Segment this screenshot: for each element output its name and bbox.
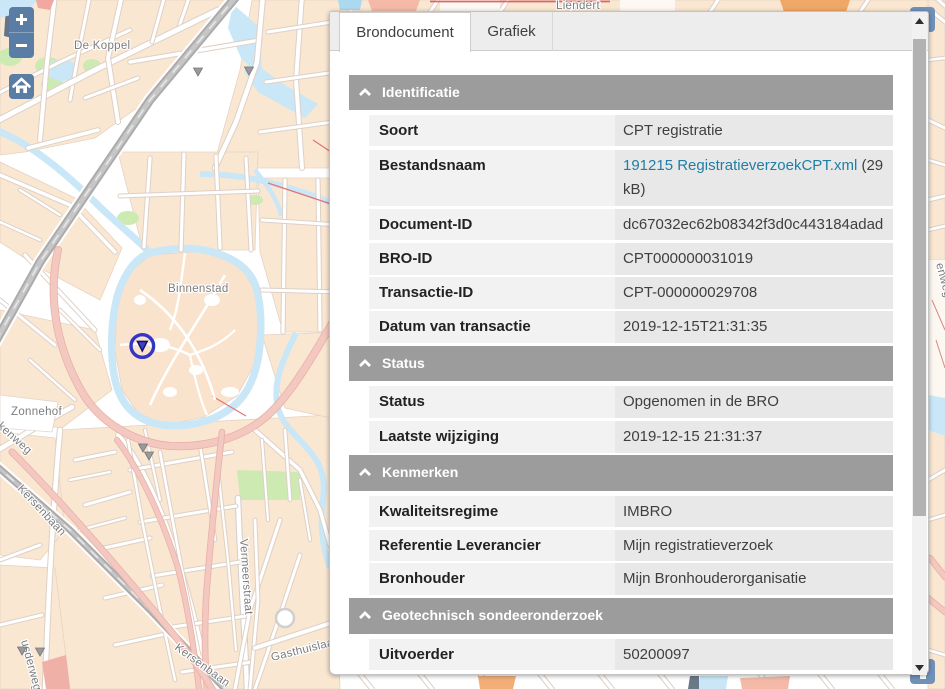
svg-text:Binnenstad: Binnenstad	[168, 283, 229, 295]
svg-text:De Koppel: De Koppel	[74, 40, 130, 52]
svg-text:Zonnehof: Zonnehof	[11, 406, 62, 418]
